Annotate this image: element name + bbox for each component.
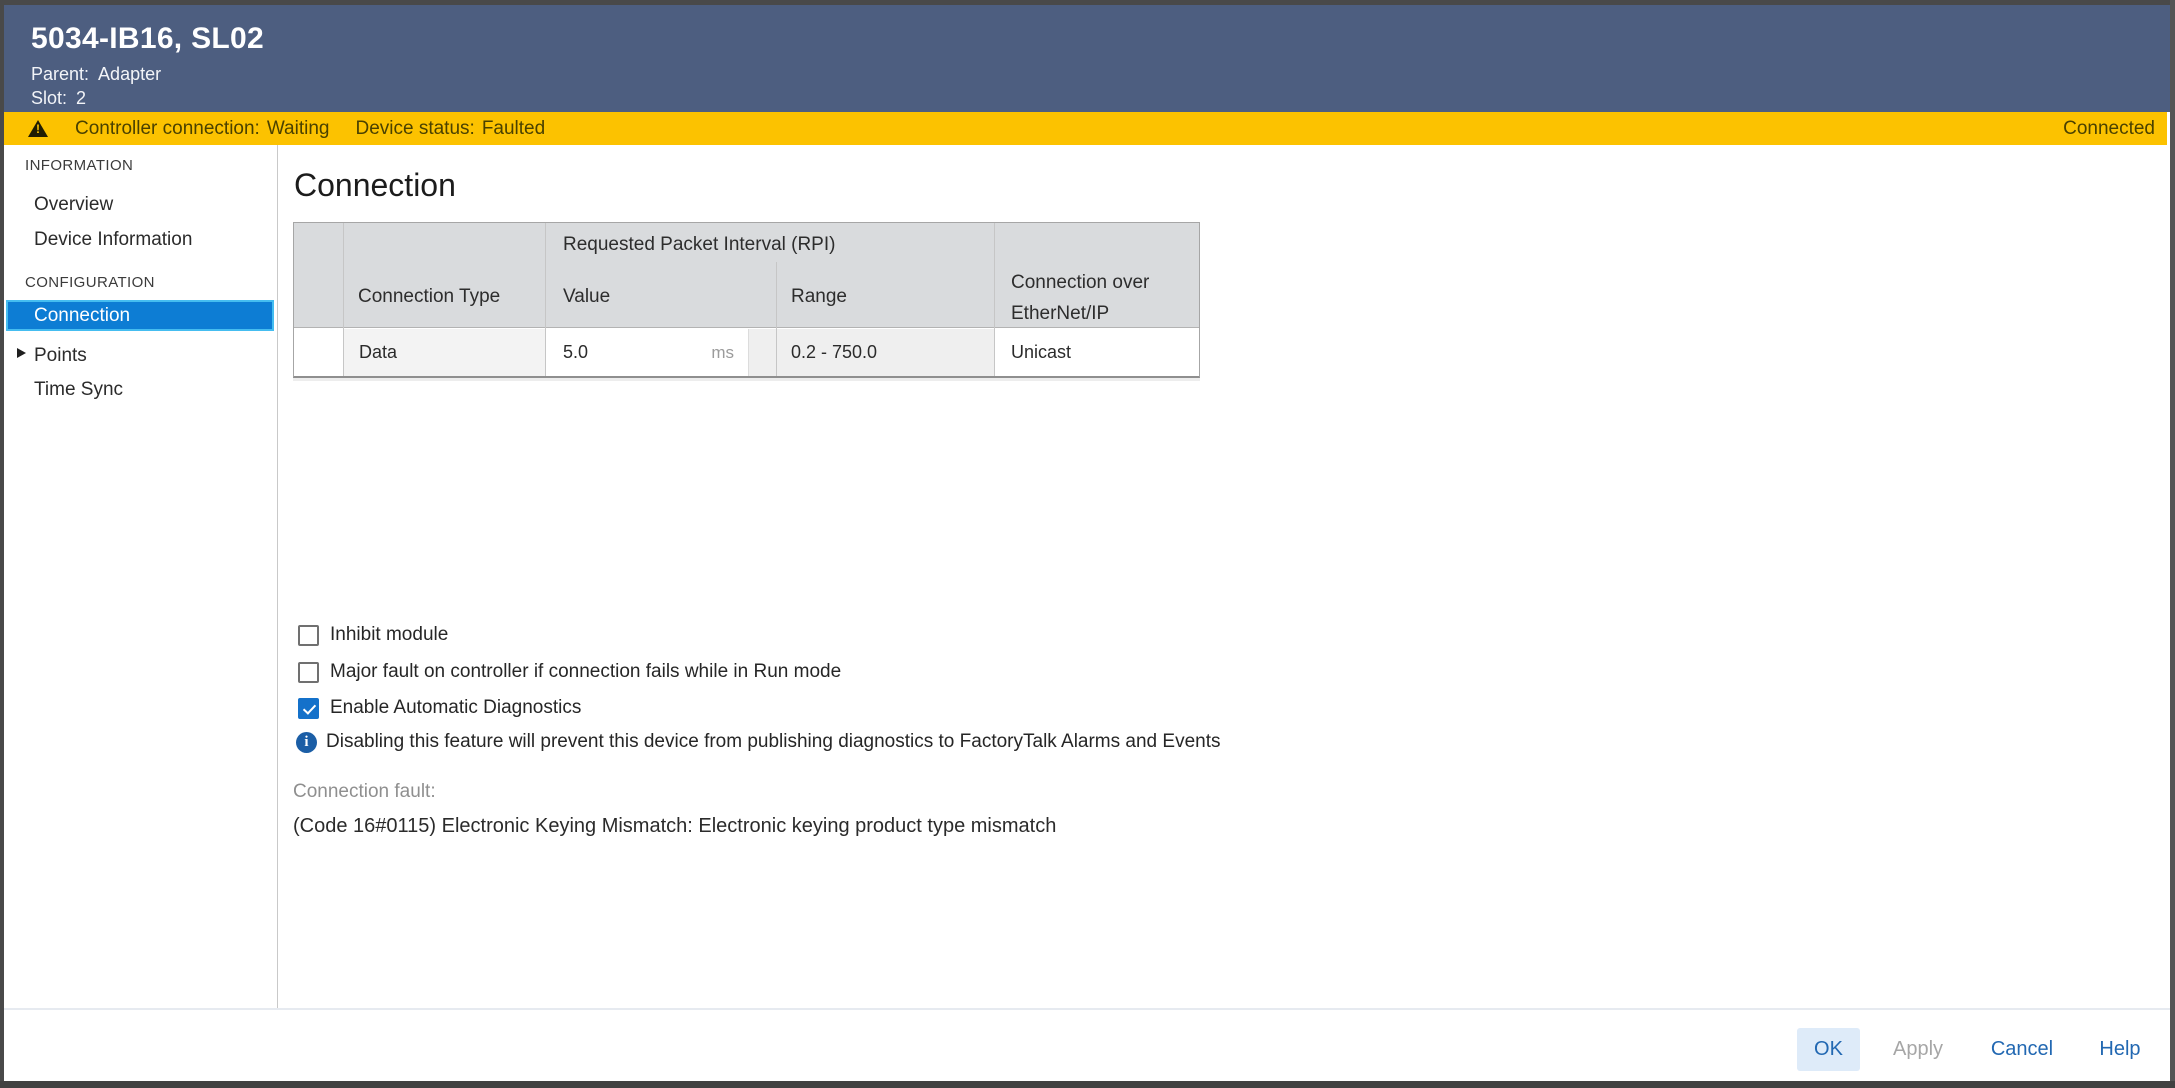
column-header-connection-over-ethernet: Connection over EtherNet/IP [1011, 267, 1191, 329]
inhibit-module-label: Inhibit module [330, 623, 448, 647]
connection-fault-label: Connection fault: [293, 781, 436, 803]
footer-divider [4, 1008, 2170, 1010]
apply-button[interactable]: Apply [1885, 1028, 1951, 1071]
major-fault-checkbox[interactable] [298, 662, 319, 683]
connection-table: Requested Packet Interval (RPI) Connecti… [293, 222, 1200, 378]
module-properties-window: 5034-IB16, SL02 Parent: Adapter Slot: 2 … [0, 0, 2175, 1088]
sidebar-section-configuration: CONFIGURATION [25, 273, 155, 293]
controller-connection-value: Waiting [267, 118, 330, 140]
device-title: 5034-IB16, SL02 [31, 22, 264, 56]
column-header-connection-type: Connection Type [358, 286, 500, 308]
sidebar-item-connection-label: Connection [34, 302, 130, 329]
sidebar-section-information: INFORMATION [25, 156, 133, 176]
sidebar-item-connection[interactable]: Connection [6, 300, 274, 331]
expand-arrow-icon[interactable] [17, 348, 26, 358]
device-status-label: Device status: [355, 118, 474, 140]
window-border-right [2170, 0, 2175, 1088]
rpi-unit: ms [711, 329, 734, 376]
slot-value: 2 [76, 86, 86, 110]
slot-label: Slot: [31, 86, 67, 110]
rpi-value-input[interactable]: 5.0 ms [546, 329, 749, 376]
cell-connection-type: Data [344, 329, 545, 376]
device-status: Device status: Faulted [355, 118, 545, 140]
sidebar-item-device-information[interactable]: Device Information [34, 227, 192, 253]
column-header-value: Value [563, 286, 610, 308]
warning-icon: ! [27, 119, 49, 138]
connection-fault-text: (Code 16#0115) Electronic Keying Mismatc… [293, 815, 1056, 838]
column-header-range: Range [791, 286, 847, 308]
enable-diagnostics-row[interactable]: Enable Automatic Diagnostics [298, 696, 581, 720]
cell-connection-over: Unicast [995, 329, 1199, 376]
window-border-left [0, 0, 4, 1088]
window-border-top [0, 0, 2175, 5]
enable-diagnostics-label: Enable Automatic Diagnostics [330, 696, 581, 720]
info-icon: i [296, 732, 317, 753]
diagnostics-info-text: Disabling this feature will prevent this… [326, 730, 1220, 754]
page-title: Connection [294, 167, 456, 204]
inhibit-module-row[interactable]: Inhibit module [298, 623, 448, 647]
window-border-bottom [0, 1081, 2175, 1088]
major-fault-row[interactable]: Major fault on controller if connection … [298, 660, 841, 684]
table-row: Data 5.0 ms 0.2 - 750.0 Unicast [294, 329, 1199, 376]
sidebar-item-points[interactable]: Points [34, 343, 87, 369]
sidebar-divider [277, 145, 278, 1008]
parent-value: Adapter [98, 62, 161, 86]
sidebar-item-overview[interactable]: Overview [34, 192, 113, 218]
enable-diagnostics-checkbox[interactable] [298, 698, 319, 719]
parent-row: Parent: Adapter [31, 62, 161, 86]
parent-label: Parent: [31, 62, 89, 86]
slot-row: Slot: 2 [31, 86, 86, 110]
ok-button[interactable]: OK [1797, 1028, 1860, 1071]
connected-status: Connected [2063, 112, 2155, 145]
status-warning-content: ! Controller connection: Waiting Device … [27, 112, 545, 145]
device-status-value: Faulted [482, 118, 545, 140]
major-fault-label: Major fault on controller if connection … [330, 660, 841, 684]
help-button[interactable]: Help [2090, 1028, 2150, 1071]
window-header: 5034-IB16, SL02 Parent: Adapter Slot: 2 [4, 5, 2170, 112]
controller-connection-status: Controller connection: Waiting [75, 118, 329, 140]
cell-range: 0.2 - 750.0 [777, 329, 994, 376]
cancel-button[interactable]: Cancel [1984, 1028, 2060, 1071]
inhibit-module-checkbox[interactable] [298, 625, 319, 646]
rpi-value: 5.0 [563, 329, 588, 376]
diagnostics-info-row: i Disabling this feature will prevent th… [296, 730, 1220, 754]
sidebar-item-time-sync[interactable]: Time Sync [34, 377, 123, 403]
rpi-group-header: Requested Packet Interval (RPI) [563, 234, 835, 256]
controller-connection-label: Controller connection: [75, 118, 260, 140]
